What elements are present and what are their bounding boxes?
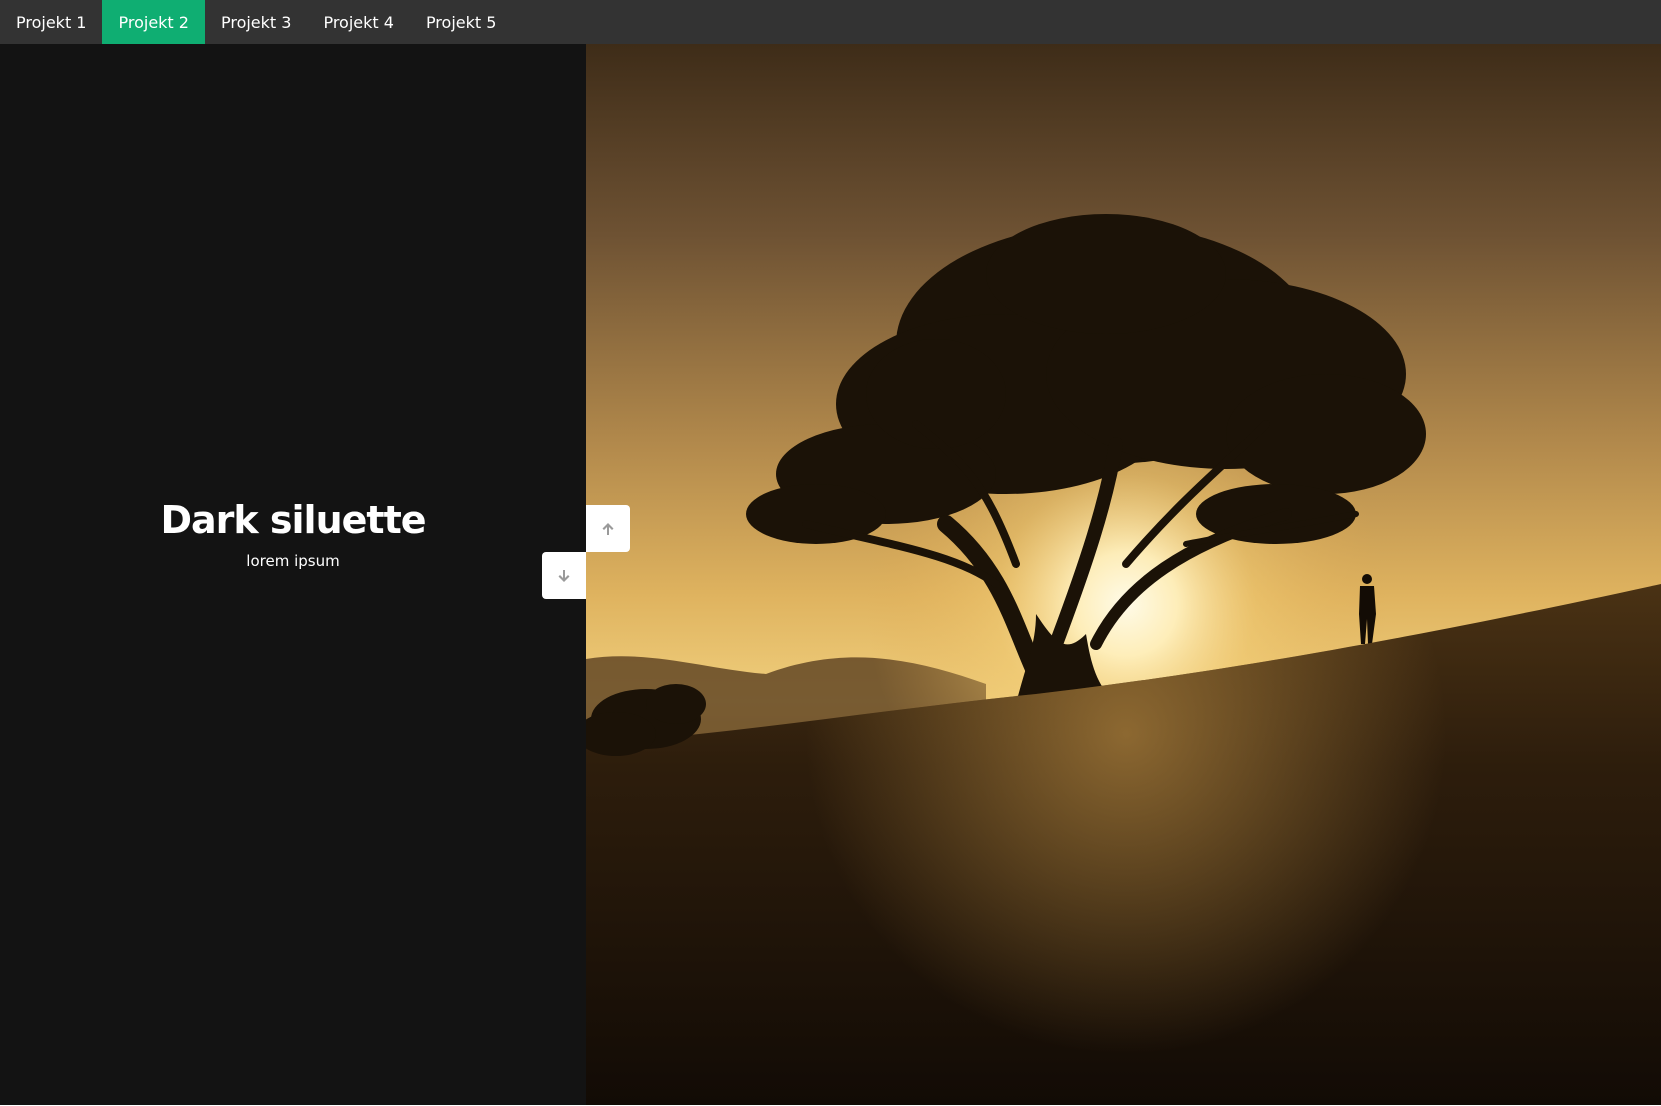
nav-item-projekt-4[interactable]: Projekt 4 [307,0,409,44]
slide-title: Dark siluette [160,498,426,542]
arrow-up-icon [602,522,614,535]
slide-caption: Dark siluette lorem ipsum [0,498,586,570]
nav-item-projekt-3[interactable]: Projekt 3 [205,0,307,44]
scroll-down-button[interactable] [542,552,586,599]
nav-item-projekt-1[interactable]: Projekt 1 [0,0,102,44]
slide-subtitle: lorem ipsum [246,551,340,570]
slide-text-panel: Dark siluette lorem ipsum [0,44,586,1105]
sunset-tree-silhouette-image [586,44,1661,1105]
slide-image-panel [586,44,1661,1105]
scroll-up-button[interactable] [586,505,630,552]
nav-item-projekt-2[interactable]: Projekt 2 [102,0,205,44]
arrow-down-icon [558,569,570,582]
top-navigation: Projekt 1 Projekt 2 Projekt 3 Projekt 4 … [0,0,1661,44]
nav-item-projekt-5[interactable]: Projekt 5 [410,0,512,44]
